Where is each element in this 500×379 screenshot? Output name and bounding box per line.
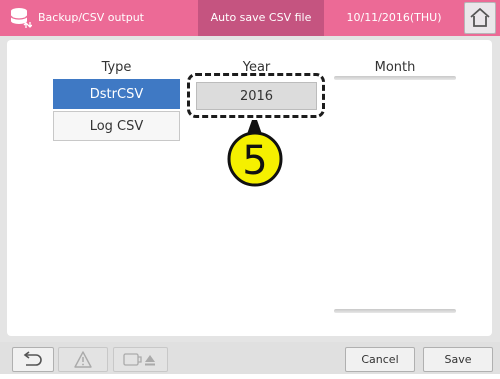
- type-list: DstrCSV Log CSV: [53, 79, 180, 143]
- callout-number: 5: [242, 138, 267, 184]
- month-list-top-edge: [334, 76, 456, 80]
- footer-bar: Cancel Save: [0, 342, 500, 374]
- back-arrow-icon: [23, 351, 42, 366]
- highlight-dashed-frame: [187, 73, 325, 118]
- callout-marker: 5: [227, 120, 283, 187]
- database-icon: [10, 8, 32, 28]
- month-list-bottom-edge: [334, 309, 456, 313]
- back-button[interactable]: [12, 347, 54, 372]
- type-item-dstrcsv[interactable]: DstrCSV: [53, 79, 180, 109]
- screen: Backup/CSV output Auto save CSV file 10/…: [0, 0, 500, 374]
- card-eject-icon: [123, 353, 155, 366]
- save-button[interactable]: Save: [423, 347, 493, 372]
- home-button[interactable]: [464, 2, 496, 34]
- card-eject-button[interactable]: [113, 347, 168, 372]
- header-bar: Backup/CSV output Auto save CSV file 10/…: [0, 0, 500, 60]
- tab-auto-save-csv[interactable]: Auto save CSV file: [198, 0, 324, 36]
- warning-button[interactable]: [58, 347, 108, 372]
- datetime-display: 10/11/2016(THU) 03:46: [346, 11, 442, 60]
- type-item-log-csv[interactable]: Log CSV: [53, 111, 180, 141]
- page-title: Backup/CSV output: [38, 11, 144, 24]
- month-column-header: Month: [374, 60, 416, 75]
- type-column-header: Type: [101, 60, 132, 75]
- home-icon: [470, 8, 490, 27]
- cancel-button[interactable]: Cancel: [345, 347, 415, 372]
- warning-icon: [74, 351, 92, 368]
